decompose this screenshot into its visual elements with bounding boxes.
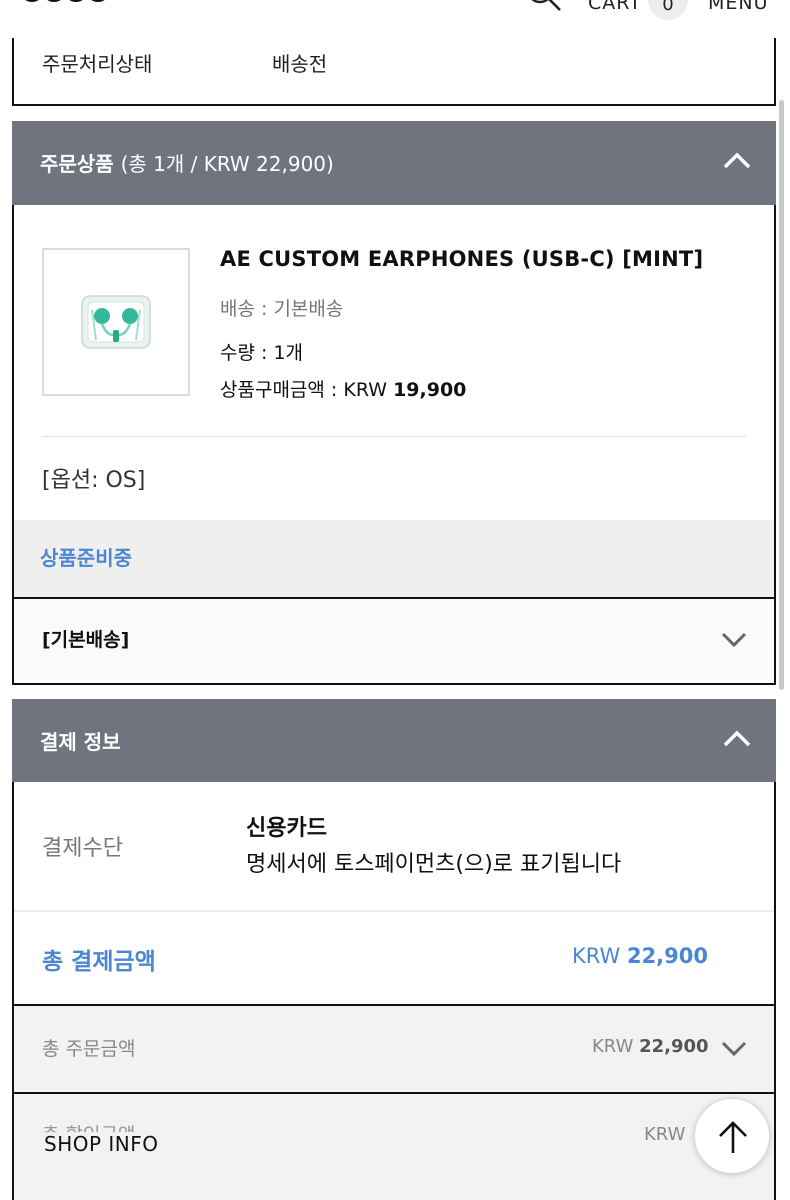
brand-logo[interactable] [20,0,112,6]
order-total-value: 22,900 [639,1036,709,1057]
order-items-panel: AE CUSTOM EARPHONES (USB-C) [MINT] 배송 : … [12,205,776,685]
discount-total-currency: KRW [644,1124,686,1145]
total-payment-currency: KRW [572,944,627,968]
order-status-panel: 주문처리상태 배송전 [12,38,776,106]
product-quantity: 수량 : 1개 [220,342,304,364]
arrow-up-icon [719,1121,747,1153]
cart-link[interactable]: CART [588,0,642,14]
order-items-title-text: 주문상품 [40,152,114,176]
divider [14,910,774,912]
item-status-row: 상품준비중 [14,520,774,598]
divider [42,436,746,437]
payment-info-header[interactable]: 결제 정보 [12,699,776,783]
scroll-to-top-button[interactable] [694,1098,770,1174]
top-header: CART 0 MENU [0,0,790,20]
product-thumbnail[interactable] [42,248,190,396]
product-price: 상품구매금액 : KRW 19,900 [220,375,466,402]
product-shipping-method: 배송 : 기본배송 [220,298,344,320]
cart-count-badge[interactable]: 0 [648,0,688,20]
chevron-up-icon[interactable] [722,149,752,171]
order-status-value: 배송전 [272,52,328,76]
chevron-down-icon[interactable] [720,629,748,649]
product-name[interactable]: AE CUSTOM EARPHONES (USB-C) [MINT] [220,247,703,271]
order-total-currency: KRW [592,1036,640,1057]
payment-method-note: 명세서에 토스페이먼츠(으)로 표기됩니다 [246,852,622,877]
payment-method-label: 결제수단 [42,836,123,861]
total-payment-label: 총 결제금액 [42,949,156,975]
chevron-up-icon[interactable] [722,727,752,749]
total-payment-value: 22,900 [626,944,708,968]
chevron-down-icon[interactable] [720,1038,748,1058]
order-detail-page: CART 0 MENU 주문처리상태 배송전 주문상품 (총 1개 / KRW … [0,0,790,1200]
product-price-label: 상품구매금액 : KRW [220,379,394,401]
order-items-header[interactable]: 주문상품 (총 1개 / KRW 22,900) [12,121,776,205]
total-payment-amount: KRW 22,900 [572,944,708,968]
payment-method-value: 신용카드 [246,816,327,841]
menu-button[interactable]: MENU [708,0,769,14]
item-status-text: 상품준비중 [40,546,132,570]
order-items-title: 주문상품 (총 1개 / KRW 22,900) [40,148,334,177]
shipping-group-row[interactable]: [기본배송] [14,597,774,681]
product-price-value: 19,900 [393,379,467,401]
order-total-row[interactable]: 총 주문금액 KRW 22,900 [14,1004,774,1092]
shipping-group-label: [기본배송] [42,629,130,651]
shop-info-link[interactable]: SHOP INFO [44,1132,159,1156]
scrollbar[interactable] [779,100,784,690]
order-total-label: 총 주문금액 [42,1038,136,1060]
product-option: [옵션: OS] [42,468,146,493]
earphones-icon [81,295,151,349]
order-items-summary: (총 1개 / KRW 22,900) [120,152,334,176]
search-icon[interactable] [524,0,564,14]
order-status-label: 주문처리상태 [42,52,153,76]
payment-info-title: 결제 정보 [40,730,121,754]
order-total-amount: KRW 22,900 [592,1036,709,1057]
